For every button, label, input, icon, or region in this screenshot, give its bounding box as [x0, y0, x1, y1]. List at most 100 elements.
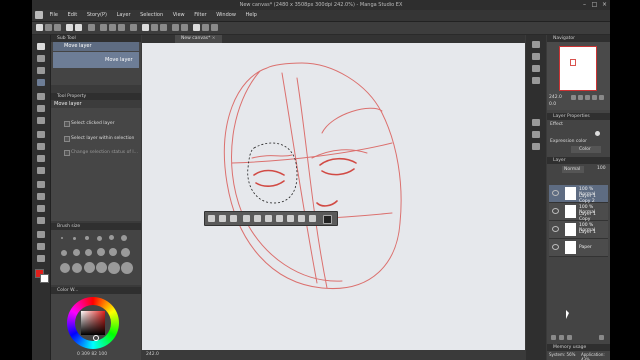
layer-row[interactable]: 100 % Normal Layer 1 — [549, 221, 608, 239]
deselect-icon[interactable] — [142, 24, 149, 31]
new-layer-icon[interactable] — [551, 335, 556, 340]
fit-icon[interactable] — [585, 95, 590, 100]
sub-tool-item-move-layer[interactable]: Move layer — [53, 52, 139, 68]
canvas-tab-close-icon[interactable]: × — [212, 36, 216, 41]
pen-tool-icon[interactable] — [37, 131, 45, 138]
clear-selection-icon[interactable] — [243, 215, 250, 222]
save-icon[interactable] — [54, 24, 61, 31]
shrink-selection-icon[interactable] — [265, 215, 272, 222]
menu-help[interactable]: Help — [242, 10, 261, 21]
menu-layer[interactable]: Layer — [113, 10, 135, 21]
blend-mode-select[interactable]: Normal — [562, 166, 584, 173]
brush-size-preset[interactable] — [73, 249, 80, 256]
transform-icon[interactable] — [276, 215, 283, 222]
fill-tool-icon[interactable] — [37, 205, 45, 212]
brush-size-preset[interactable] — [96, 262, 107, 273]
frame-tool-icon[interactable] — [37, 243, 45, 250]
pencil-tool-icon[interactable] — [37, 143, 45, 150]
copy-icon[interactable] — [109, 24, 116, 31]
brush-size-preset[interactable] — [60, 263, 70, 273]
canvas-tab[interactable]: New canvas* × — [175, 35, 222, 43]
brush-size-preset[interactable] — [121, 235, 127, 241]
text-tool-icon[interactable] — [37, 255, 45, 262]
grid-icon[interactable] — [202, 24, 209, 31]
brush-size-preset[interactable] — [61, 250, 67, 256]
menu-window[interactable]: Window — [212, 10, 240, 21]
menu-story[interactable]: Story(P) — [83, 10, 111, 21]
brush-size-preset[interactable] — [72, 263, 82, 273]
brush-size-preset[interactable] — [61, 237, 63, 239]
sub-view-icon[interactable] — [532, 53, 540, 60]
select-clicked-layer-checkbox[interactable] — [64, 121, 70, 127]
transform-icon[interactable] — [130, 24, 137, 31]
visibility-eye-icon[interactable] — [552, 226, 559, 232]
deselect-icon[interactable] — [230, 215, 237, 222]
navigator-toggle-icon[interactable] — [532, 41, 540, 48]
layer-property-toggle-icon[interactable] — [532, 119, 540, 126]
visibility-eye-icon[interactable] — [552, 208, 559, 214]
brush-size-preset[interactable] — [109, 248, 117, 256]
cut-icon[interactable] — [100, 24, 107, 31]
lasso-selection-outline[interactable] — [247, 142, 298, 204]
change-selection-status-checkbox[interactable] — [64, 150, 70, 156]
operation-tool-icon[interactable] — [37, 67, 45, 74]
zoom-out-icon[interactable] — [578, 95, 583, 100]
scale-icon[interactable] — [219, 215, 226, 222]
brush-size-preset[interactable] — [109, 235, 114, 240]
brush-size-preset[interactable] — [97, 248, 105, 256]
undo-icon[interactable] — [66, 24, 73, 31]
layer-opacity-value[interactable]: 100 — [597, 166, 606, 171]
visibility-eye-icon[interactable] — [552, 190, 559, 196]
blend-tool-icon[interactable] — [37, 193, 45, 200]
layer-search-icon[interactable] — [532, 131, 540, 138]
new-folder-icon[interactable] — [559, 335, 564, 340]
fill-icon[interactable] — [160, 24, 167, 31]
redo-icon[interactable] — [75, 24, 82, 31]
brush-size-preset[interactable] — [85, 236, 89, 240]
rotate-right-icon[interactable] — [599, 95, 604, 100]
sub-tool-group[interactable]: Move layer — [53, 42, 139, 51]
menu-selection[interactable]: Selection — [136, 10, 167, 21]
figure-tool-icon[interactable] — [37, 231, 45, 238]
brush-size-preset[interactable] — [73, 237, 76, 240]
brush-size-preset[interactable] — [84, 262, 95, 273]
brush-size-preset[interactable] — [121, 248, 130, 257]
saturation-value-square[interactable] — [81, 311, 105, 335]
paste-icon[interactable] — [118, 24, 125, 31]
menu-file[interactable]: File — [46, 10, 62, 21]
delete-layer-icon[interactable] — [599, 335, 604, 340]
menu-view[interactable]: View — [169, 10, 189, 21]
item-bank-icon[interactable] — [532, 65, 540, 72]
fill-selection-icon[interactable] — [298, 215, 305, 222]
settings-icon[interactable] — [211, 24, 218, 31]
crop-icon[interactable] — [172, 24, 179, 31]
effect-toggle-icon[interactable] — [595, 131, 600, 136]
brush-size-preset[interactable] — [85, 249, 92, 256]
gradient-tool-icon[interactable] — [37, 217, 45, 224]
navigator-viewport-box[interactable] — [570, 59, 576, 66]
layer-row[interactable]: 100 % Normal Layer 1 Copy 2 — [549, 185, 608, 204]
move-tool-icon[interactable] — [37, 55, 45, 62]
zoom-tool-icon[interactable] — [37, 43, 45, 50]
rotate-left-icon[interactable] — [592, 95, 597, 100]
brush-size-preset[interactable] — [121, 262, 133, 274]
clear-icon[interactable] — [88, 24, 95, 31]
close-icon[interactable]: × — [600, 1, 609, 8]
open-file-icon[interactable] — [45, 24, 52, 31]
snap-icon[interactable] — [193, 24, 200, 31]
navigator-preview[interactable] — [559, 46, 597, 91]
expand-selection-icon[interactable] — [254, 215, 261, 222]
brush-tool-icon[interactable] — [37, 155, 45, 162]
minimize-icon[interactable]: – — [580, 1, 589, 8]
eraser-tool-icon[interactable] — [37, 181, 45, 188]
layer-row[interactable]: Paper — [549, 239, 608, 257]
menu-filter[interactable]: Filter — [190, 10, 210, 21]
drawing-canvas[interactable] — [142, 43, 525, 350]
color-picker-handle[interactable] — [93, 335, 99, 341]
select-layer-within-selection-checkbox[interactable] — [64, 136, 70, 142]
selection-tool-icon[interactable] — [37, 93, 45, 100]
brush-size-preset[interactable] — [97, 236, 102, 241]
sub-color-swatch[interactable] — [40, 274, 49, 283]
brush-size-preset[interactable] — [108, 262, 120, 274]
new-file-icon[interactable] — [36, 24, 43, 31]
